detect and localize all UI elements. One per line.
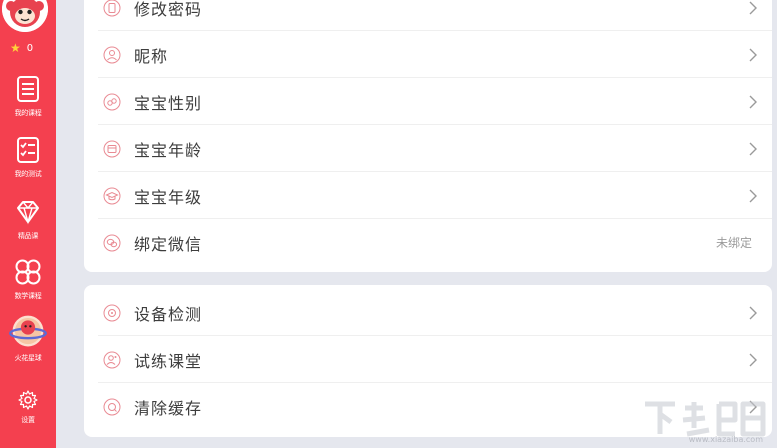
nav-label: 我的课程	[14, 109, 42, 117]
star-count: 0	[26, 42, 34, 54]
row-label: 设备检测	[134, 304, 203, 324]
grad-cap-icon	[103, 187, 121, 204]
star-icon: ★	[10, 41, 21, 55]
gear-icon	[18, 390, 38, 410]
wechat-icon	[103, 234, 121, 251]
row-label: 宝宝年级	[134, 187, 203, 207]
nav-label: 火花星球	[14, 354, 42, 362]
user-icon	[103, 46, 121, 63]
nav-label: 精品课	[17, 232, 39, 240]
settings-row-change-password[interactable]: 修改密码	[84, 0, 772, 31]
star-counter: ★ 0	[10, 40, 50, 56]
nav-settings[interactable]: 设置	[0, 388, 56, 448]
device-check-icon	[103, 304, 121, 321]
settings-row-baby-grade[interactable]: 宝宝年级	[84, 172, 772, 219]
sidebar: ★ 0 我的课程 我的测试 精品课 数学课程 火花星球 设置	[0, 0, 56, 448]
calendar-icon	[103, 140, 121, 157]
phone-lock-icon	[103, 0, 121, 16]
nav-my-courses[interactable]: 我的课程	[0, 73, 56, 133]
watermark-text: www.xiazaiba.com	[688, 435, 763, 444]
nav-label: 数学课程	[14, 292, 42, 300]
chevron-right-icon	[749, 306, 757, 319]
chevron-right-icon	[749, 48, 757, 61]
wechat-binding-status: 未绑定	[715, 236, 752, 250]
settings-card-account: 修改密码 昵称 宝宝性别 宝宝年龄 宝宝年级 绑定微信 未绑定	[84, 0, 772, 272]
settings-row-device-check[interactable]: 设备检测	[84, 289, 772, 336]
row-label: 绑定微信	[134, 234, 203, 254]
settings-row-baby-age[interactable]: 宝宝年龄	[84, 125, 772, 172]
course-list-icon	[17, 76, 39, 102]
row-label: 清除缓存	[134, 398, 203, 418]
chevron-right-icon	[749, 1, 757, 14]
chevron-right-icon	[749, 95, 757, 108]
row-label: 宝宝年龄	[134, 140, 203, 160]
nav-math-course[interactable]: 数学课程	[0, 256, 56, 316]
nav-premium-course[interactable]: 精品课	[0, 196, 56, 256]
row-label: 试练课堂	[134, 351, 203, 371]
chevron-right-icon	[749, 189, 757, 202]
nav-my-tests[interactable]: 我的测试	[0, 134, 56, 194]
clear-cache-icon	[103, 398, 121, 415]
row-label: 修改密码	[134, 0, 203, 19]
nav-spark-planet[interactable]: 火花星球	[0, 315, 56, 376]
settings-row-nickname[interactable]: 昵称	[84, 31, 772, 78]
settings-row-baby-gender[interactable]: 宝宝性别	[84, 78, 772, 125]
practice-icon	[103, 351, 121, 368]
diamond-icon	[17, 201, 39, 225]
gender-icon	[103, 93, 121, 110]
monkey-avatar-icon	[2, 0, 48, 32]
avatar[interactable]	[2, 0, 48, 32]
chevron-right-icon	[749, 142, 757, 155]
test-checklist-icon	[17, 137, 39, 163]
planet-icon	[9, 315, 47, 347]
chevron-right-icon	[749, 353, 757, 366]
nav-label: 设置	[21, 416, 35, 424]
row-label: 宝宝性别	[134, 93, 203, 113]
row-label: 昵称	[134, 46, 169, 66]
nav-label: 我的测试	[14, 170, 42, 178]
settings-row-practice-class[interactable]: 试练课堂	[84, 336, 772, 383]
settings-row-bind-wechat[interactable]: 绑定微信 未绑定	[84, 219, 772, 266]
clover-grid-icon	[15, 259, 41, 285]
